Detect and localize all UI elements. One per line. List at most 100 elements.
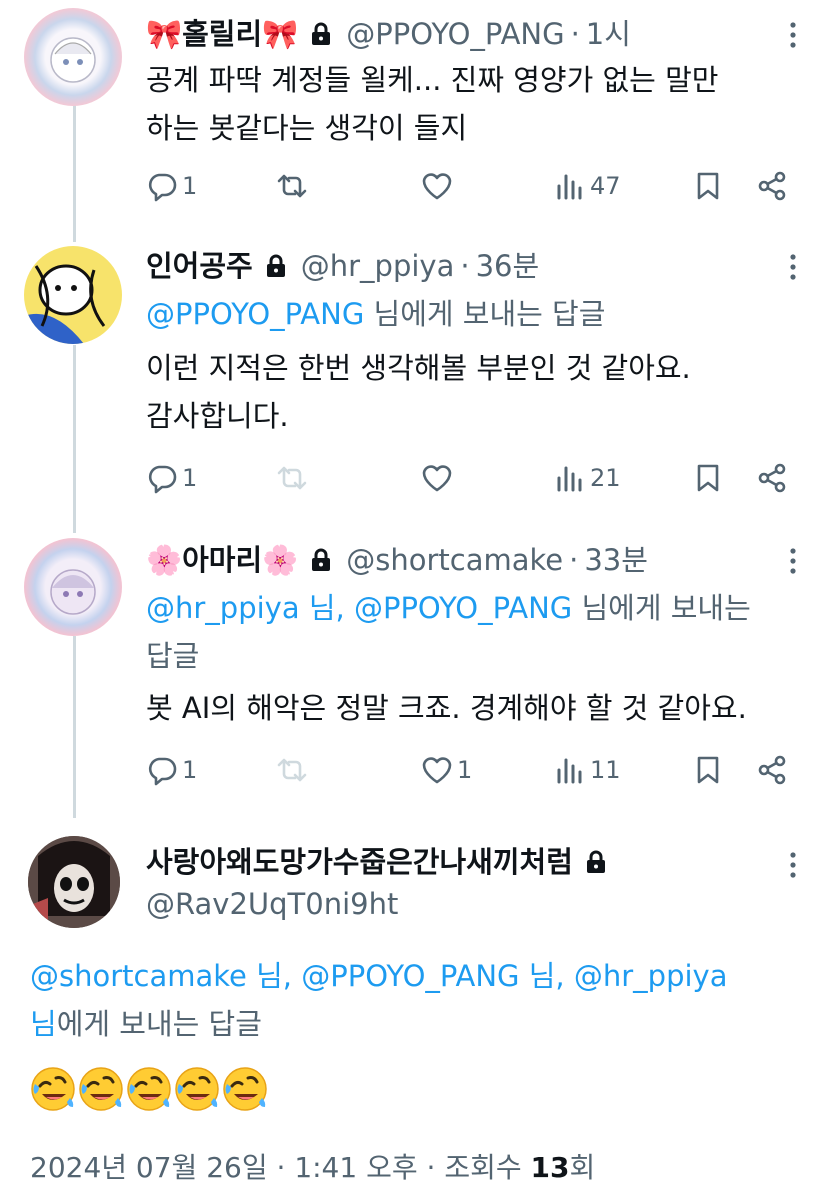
avatar[interactable] [24, 246, 122, 344]
mention-link[interactable]: @PPOYO_PANG [354, 591, 572, 625]
timestamp[interactable]: 36분 [476, 246, 540, 286]
reply-context-label: 님에게 보내는 답글 [30, 1000, 727, 1048]
more-icon[interactable] [778, 546, 808, 576]
user-handle[interactable]: @hr_ppiya [301, 246, 455, 286]
post-header: 🎀홀릴리🎀 @PPOYO_PANG · 1시 [146, 14, 631, 54]
reply-button[interactable]: 1 [146, 458, 197, 498]
repost-icon [276, 170, 308, 202]
lock-icon [310, 22, 332, 46]
user-handle[interactable]: @PPOYO_PANG [346, 14, 564, 54]
reply-button[interactable]: 1 [146, 750, 197, 790]
like-button[interactable]: 1 [421, 750, 472, 790]
post-metadata: 2024년 07월 26일 · 1:41 오후 · 조회수 13회 [30, 1146, 595, 1190]
post-text: 이런 지적은 한번 생각해볼 부분인 것 같아요. 감사합니다. [146, 344, 691, 440]
views-count: 13 [530, 1151, 570, 1184]
post-header: 🌸아마리🌸 @shortcamake · 33분 [146, 540, 648, 580]
more-icon[interactable] [778, 850, 808, 880]
display-name[interactable]: 🎀홀릴리🎀 [146, 14, 298, 54]
rofl-emoji [222, 1066, 268, 1112]
post-text: 봇 AI의 해악은 정말 크죠. 경계해야 할 것 같아요. [146, 684, 747, 732]
repost-button[interactable] [276, 750, 312, 790]
display-name[interactable]: 🌸아마리🌸 [146, 540, 298, 580]
more-icon[interactable] [778, 20, 808, 50]
display-name[interactable]: 사랑아왜도망가수줍은간나새끼처럼 [146, 842, 573, 882]
mention-link[interactable]: @PPOYO_PANG [301, 959, 519, 993]
display-name[interactable]: 인어공주 [146, 246, 253, 286]
repost-icon [276, 754, 308, 786]
like-button[interactable] [421, 458, 457, 498]
user-handle[interactable]: @shortcamake [346, 540, 563, 580]
reply-count: 1 [182, 464, 198, 492]
mention-link[interactable]: @hr_ppiya [146, 591, 300, 625]
timestamp[interactable]: 1시 [586, 14, 631, 54]
post-emojis [30, 1066, 268, 1112]
more-icon[interactable] [778, 252, 808, 282]
text-line: 봇 AI의 해악은 정말 크죠. 경계해야 할 것 같아요. [146, 691, 747, 725]
repost-button[interactable] [276, 166, 312, 206]
like-count: 1 [457, 756, 473, 784]
like-icon [421, 462, 453, 494]
bookmark-button[interactable] [692, 458, 724, 498]
thread-line [73, 104, 76, 242]
views-count: 47 [590, 172, 621, 200]
user-handle[interactable]: @Rav2UqT0ni9ht [146, 884, 398, 924]
views-button[interactable]: 11 [554, 750, 621, 790]
rofl-emoji [174, 1066, 220, 1112]
reply-context-label: 님에게 보내는 [572, 591, 751, 625]
action-bar: 1 21 [146, 458, 806, 498]
reply-count: 1 [182, 756, 198, 784]
post-text: 공계 파딱 계정들 욀케... 진짜 영양가 없는 말만 하는 봇같다는 생각이… [146, 56, 718, 152]
mention-link[interactable]: @hr_ppiya [574, 959, 728, 993]
mention-separator: 님, [299, 591, 354, 625]
bookmark-icon [692, 462, 724, 494]
mention-link[interactable]: @PPOYO_PANG [146, 297, 364, 331]
share-button[interactable] [756, 750, 788, 790]
bookmark-button[interactable] [692, 750, 724, 790]
views-icon [554, 754, 586, 786]
mention-link[interactable]: @shortcamake [30, 959, 247, 993]
rofl-emoji [30, 1066, 76, 1112]
views-icon [554, 170, 586, 202]
share-icon [756, 170, 788, 202]
mention-separator: 님, [519, 959, 574, 993]
main-post-header: 사랑아왜도망가수줍은간나새끼처럼 [146, 842, 621, 882]
main-post-handle-row: @Rav2UqT0ni9ht [146, 884, 398, 924]
separator: · [570, 17, 580, 51]
avatar[interactable] [24, 538, 122, 636]
timestamp[interactable]: 33분 [584, 540, 648, 580]
reply-context-label: 답글 [146, 639, 200, 673]
repost-icon [276, 462, 308, 494]
views-label: 조회수 [444, 1151, 531, 1184]
reply-context: @shortcamake 님, @PPOYO_PANG 님, @hr_ppiya… [30, 952, 727, 1048]
reply-context: @PPOYO_PANG 님에게 보내는 답글 [146, 290, 605, 338]
reply-count: 1 [182, 172, 198, 200]
lock-icon [265, 254, 287, 278]
text-line: 감사합니다. [146, 399, 289, 433]
reply-context-label-start: 님 [30, 1007, 57, 1041]
post-time[interactable]: 1:41 오후 [294, 1151, 417, 1184]
like-icon [421, 170, 453, 202]
separator: · [569, 543, 579, 577]
views-button[interactable]: 21 [554, 458, 621, 498]
lock-icon [585, 850, 607, 874]
text-line: 이런 지적은 한번 생각해볼 부분인 것 같아요. [146, 351, 691, 385]
repost-button[interactable] [276, 458, 312, 498]
mention-separator: 님, [246, 959, 302, 993]
reply-button[interactable]: 1 [146, 166, 197, 206]
like-icon [421, 754, 453, 786]
bookmark-icon [692, 754, 724, 786]
separator: · [267, 1151, 295, 1184]
share-button[interactable] [756, 166, 788, 206]
post-header: 인어공주 @hr_ppiya · 36분 [146, 246, 539, 286]
avatar[interactable] [28, 836, 120, 928]
share-icon [756, 462, 788, 494]
avatar[interactable] [24, 8, 122, 106]
views-button[interactable]: 47 [554, 166, 621, 206]
like-button[interactable] [421, 166, 457, 206]
share-button[interactable] [756, 458, 788, 498]
post-date[interactable]: 2024년 07월 26일 [30, 1151, 268, 1184]
action-bar: 1 47 [146, 166, 806, 206]
bookmark-button[interactable] [692, 166, 724, 206]
bookmark-icon [692, 170, 724, 202]
separator: · [417, 1151, 445, 1184]
